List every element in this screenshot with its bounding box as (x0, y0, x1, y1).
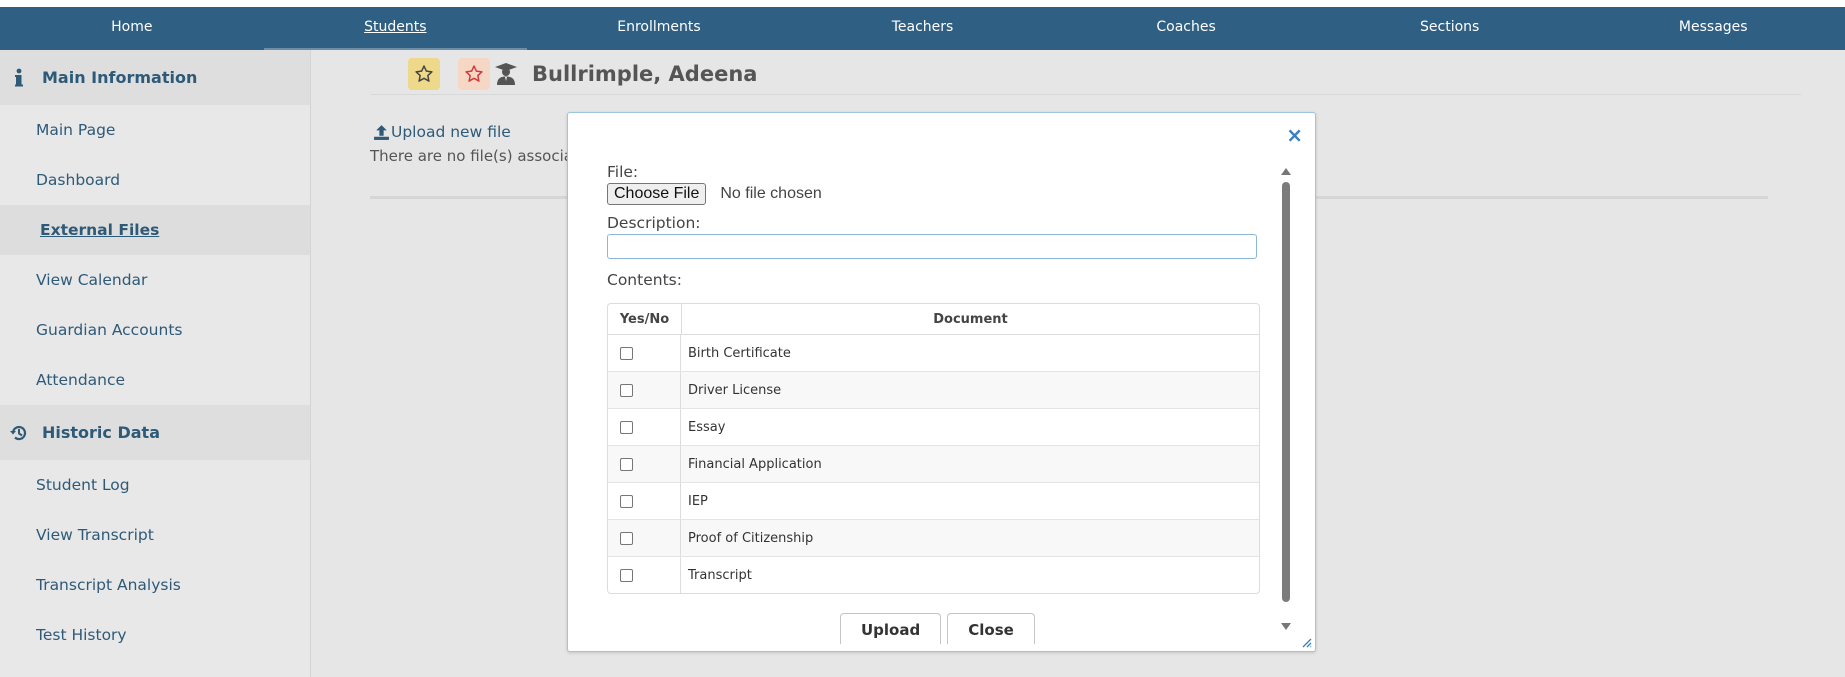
column-header-yes-no: Yes/No (608, 304, 682, 334)
description-input[interactable] (607, 234, 1257, 259)
document-name: Driver License (688, 382, 782, 398)
row-checkbox[interactable] (620, 420, 633, 434)
table-header: Yes/No Document (608, 304, 1259, 335)
row-checkbox[interactable] (620, 457, 633, 471)
scrollbar-thumb[interactable] (1282, 182, 1290, 602)
row-checkbox[interactable] (620, 568, 633, 582)
modal-overlay: × File: Choose File No file chosen Descr… (0, 0, 1845, 677)
file-picker: Choose File No file chosen (607, 183, 1257, 205)
document-name: Birth Certificate (688, 345, 791, 361)
table-row: Transcript (608, 557, 1259, 593)
scroll-up-arrow-icon[interactable] (1281, 168, 1291, 175)
table-row: IEP (608, 483, 1259, 520)
table-row: Essay (608, 409, 1259, 446)
row-checkbox[interactable] (620, 346, 633, 360)
choose-file-button[interactable]: Choose File (607, 183, 707, 205)
document-name: Essay (688, 419, 726, 435)
description-label: Description: (607, 214, 701, 232)
row-checkbox[interactable] (620, 383, 633, 397)
document-name: Financial Application (688, 456, 822, 472)
row-checkbox[interactable] (620, 494, 633, 508)
table-row: Driver License (608, 372, 1259, 409)
upload-file-dialog: × File: Choose File No file chosen Descr… (567, 112, 1316, 652)
table-row: Birth Certificate (608, 335, 1259, 372)
contents-label: Contents: (607, 271, 682, 289)
close-button[interactable]: Close (947, 613, 1035, 644)
dialog-close-icon[interactable]: × (1286, 123, 1303, 147)
column-header-document: Document (933, 311, 1008, 327)
dialog-body: File: Choose File No file chosen Descrip… (607, 163, 1260, 594)
document-name: IEP (688, 493, 708, 509)
table-row: Proof of Citizenship (608, 520, 1259, 557)
dialog-scrollbar[interactable] (1281, 168, 1291, 630)
document-name: Transcript (688, 567, 752, 583)
upload-button[interactable]: Upload (840, 613, 942, 644)
contents-table: Yes/No Document Birth Certificate Driver… (607, 303, 1260, 594)
resize-handle-icon[interactable] (1300, 636, 1312, 648)
scroll-down-arrow-icon[interactable] (1281, 623, 1291, 630)
file-label: File: (607, 163, 639, 181)
no-file-chosen-text: No file chosen (720, 185, 822, 202)
table-row: Financial Application (608, 446, 1259, 483)
dialog-buttons: Upload Close (840, 613, 1041, 644)
row-checkbox[interactable] (620, 531, 633, 545)
document-name: Proof of Citizenship (688, 530, 814, 546)
